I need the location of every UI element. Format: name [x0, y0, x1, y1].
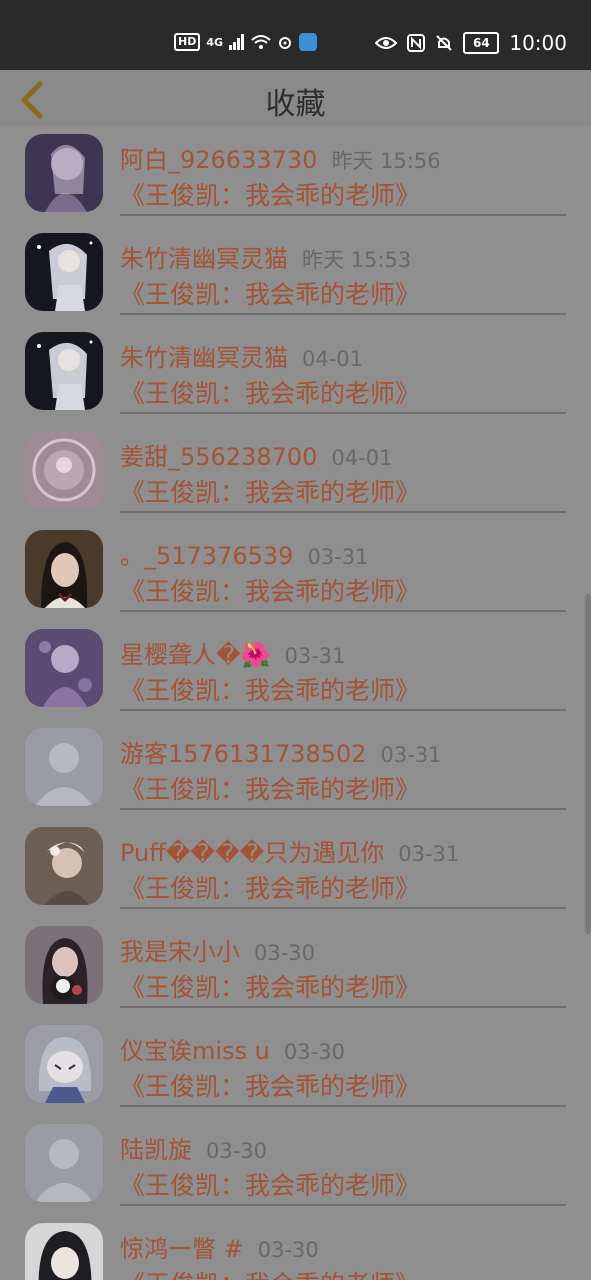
mute-bell-icon: [436, 35, 453, 51]
favorites-list: 阿白_926633730 昨天 15:56 《王俊凯：我会乖的老师》 朱竹清幽冥灵…: [0, 126, 591, 1280]
status-left: HD 4G: [174, 33, 318, 51]
divider: [120, 610, 566, 612]
user-name: 。_517376539 03-31: [120, 542, 369, 570]
work-title[interactable]: 《王俊凯：我会乖的老师》: [120, 1265, 420, 1280]
user-avatar[interactable]: [25, 233, 103, 311]
work-title[interactable]: 《王俊凯：我会乖的老师》: [120, 671, 420, 707]
user-avatar[interactable]: [25, 134, 103, 212]
user-name: 阿白_926633730 昨天 15:56: [120, 146, 441, 174]
work-title[interactable]: 《王俊凯：我会乖的老师》: [120, 770, 420, 806]
divider: [120, 214, 566, 216]
divider: [120, 1006, 566, 1008]
favorite-time: 昨天 15:56: [331, 149, 441, 173]
divider: [120, 412, 566, 414]
favorite-item[interactable]: 游客1576131738502 03-31 《王俊凯：我会乖的老师》: [0, 720, 591, 819]
favorite-item[interactable]: 我是宋小小 03-30 《王俊凯：我会乖的老师》: [0, 918, 591, 1017]
favorite-item[interactable]: 星樱聋人�🌺 03-31 《王俊凯：我会乖的老师》: [0, 621, 591, 720]
app-notification-icon: [299, 33, 318, 51]
user-avatar[interactable]: [25, 728, 103, 806]
divider: [120, 511, 566, 513]
user-avatar[interactable]: [25, 1223, 103, 1280]
battery-icon: 64: [463, 32, 500, 54]
favorite-item[interactable]: 姜甜_556238700 04-01 《王俊凯：我会乖的老师》: [0, 423, 591, 522]
work-title[interactable]: 《王俊凯：我会乖的老师》: [120, 1166, 420, 1202]
favorite-item[interactable]: Puff����只为遇见你 03-31 《王俊凯：我会乖的老师》: [0, 819, 591, 918]
favorite-time: 04-01: [302, 347, 364, 371]
status-right: 64 10:00: [375, 31, 567, 55]
hd-icon: HD: [174, 33, 201, 51]
work-title[interactable]: 《王俊凯：我会乖的老师》: [120, 968, 420, 1004]
divider: [120, 1204, 566, 1206]
favorite-time: 03-30: [206, 1139, 268, 1163]
favorite-item[interactable]: 阿白_926633730 昨天 15:56 《王俊凯：我会乖的老师》: [0, 126, 591, 225]
favorite-item[interactable]: 朱竹清幽冥灵猫 昨天 15:53 《王俊凯：我会乖的老师》: [0, 225, 591, 324]
divider: [120, 1105, 566, 1107]
user-avatar[interactable]: [25, 431, 103, 509]
favorite-time: 03-30: [257, 1238, 319, 1262]
work-title[interactable]: 《王俊凯：我会乖的老师》: [120, 869, 420, 905]
user-avatar[interactable]: [25, 1124, 103, 1202]
signal-icon: [229, 34, 245, 50]
user-name: 游客1576131738502 03-31: [120, 740, 442, 768]
work-title[interactable]: 《王俊凯：我会乖的老师》: [120, 572, 420, 608]
user-name: 仪宝诶miss u 03-30: [120, 1037, 345, 1065]
user-name: 朱竹清幽冥灵猫 昨天 15:53: [120, 245, 412, 273]
clock: 10:00: [509, 31, 567, 55]
divider: [120, 907, 566, 909]
eye-icon: [375, 37, 398, 49]
divider: [120, 709, 566, 711]
favorite-item[interactable]: 惊鸿一瞥 #03-30 《王俊凯：我会乖的老师》: [0, 1215, 591, 1280]
wifi-icon: [251, 35, 271, 49]
status-bar: HD 4G 64 10:00: [0, 0, 591, 70]
user-name: 陆凯旋 03-30: [120, 1136, 268, 1164]
favorite-time: 03-31: [398, 842, 460, 866]
user-avatar[interactable]: [25, 1025, 103, 1103]
favorite-item[interactable]: 朱竹清幽冥灵猫 04-01 《王俊凯：我会乖的老师》: [0, 324, 591, 423]
favorite-item[interactable]: 仪宝诶miss u 03-30 《王俊凯：我会乖的老师》: [0, 1017, 591, 1116]
work-title[interactable]: 《王俊凯：我会乖的老师》: [120, 473, 420, 509]
user-name: 我是宋小小 03-30: [120, 938, 316, 966]
favorite-time: 03-30: [254, 941, 316, 965]
nfc-icon: [407, 34, 426, 52]
user-name: 星樱聋人�🌺 03-31: [120, 641, 346, 669]
favorite-time: 03-31: [284, 644, 346, 668]
user-avatar[interactable]: [25, 629, 103, 707]
favorite-item[interactable]: 陆凯旋 03-30 《王俊凯：我会乖的老师》: [0, 1116, 591, 1215]
divider: [120, 313, 566, 315]
work-title[interactable]: 《王俊凯：我会乖的老师》: [120, 275, 420, 311]
page-title: 收藏: [265, 87, 326, 122]
sync-icon: [279, 37, 292, 49]
user-avatar[interactable]: [25, 827, 103, 905]
user-name: 朱竹清幽冥灵猫 04-01: [120, 344, 364, 372]
user-avatar[interactable]: [25, 332, 103, 410]
favorite-time: 03-31: [380, 743, 442, 767]
scrollbar[interactable]: [585, 594, 591, 934]
favorite-item[interactable]: 。_517376539 03-31 《王俊凯：我会乖的老师》: [0, 522, 591, 621]
user-avatar[interactable]: [25, 530, 103, 608]
user-name: Puff����只为遇见你 03-31: [120, 839, 460, 867]
user-name: 姜甜_556238700 04-01: [120, 443, 393, 471]
work-title[interactable]: 《王俊凯：我会乖的老师》: [120, 176, 420, 212]
divider: [120, 808, 566, 810]
work-title[interactable]: 《王俊凯：我会乖的老师》: [120, 374, 420, 410]
favorite-time: 04-01: [331, 446, 393, 470]
work-title[interactable]: 《王俊凯：我会乖的老师》: [120, 1067, 420, 1103]
user-name: 惊鸿一瞥 #03-30: [120, 1235, 319, 1263]
favorite-time: 03-30: [283, 1040, 345, 1064]
network-type: 4G: [206, 35, 224, 49]
page-header: 收藏: [0, 70, 591, 126]
user-avatar[interactable]: [25, 926, 103, 1004]
favorite-time: 昨天 15:53: [302, 248, 412, 272]
favorite-time: 03-31: [307, 545, 369, 569]
